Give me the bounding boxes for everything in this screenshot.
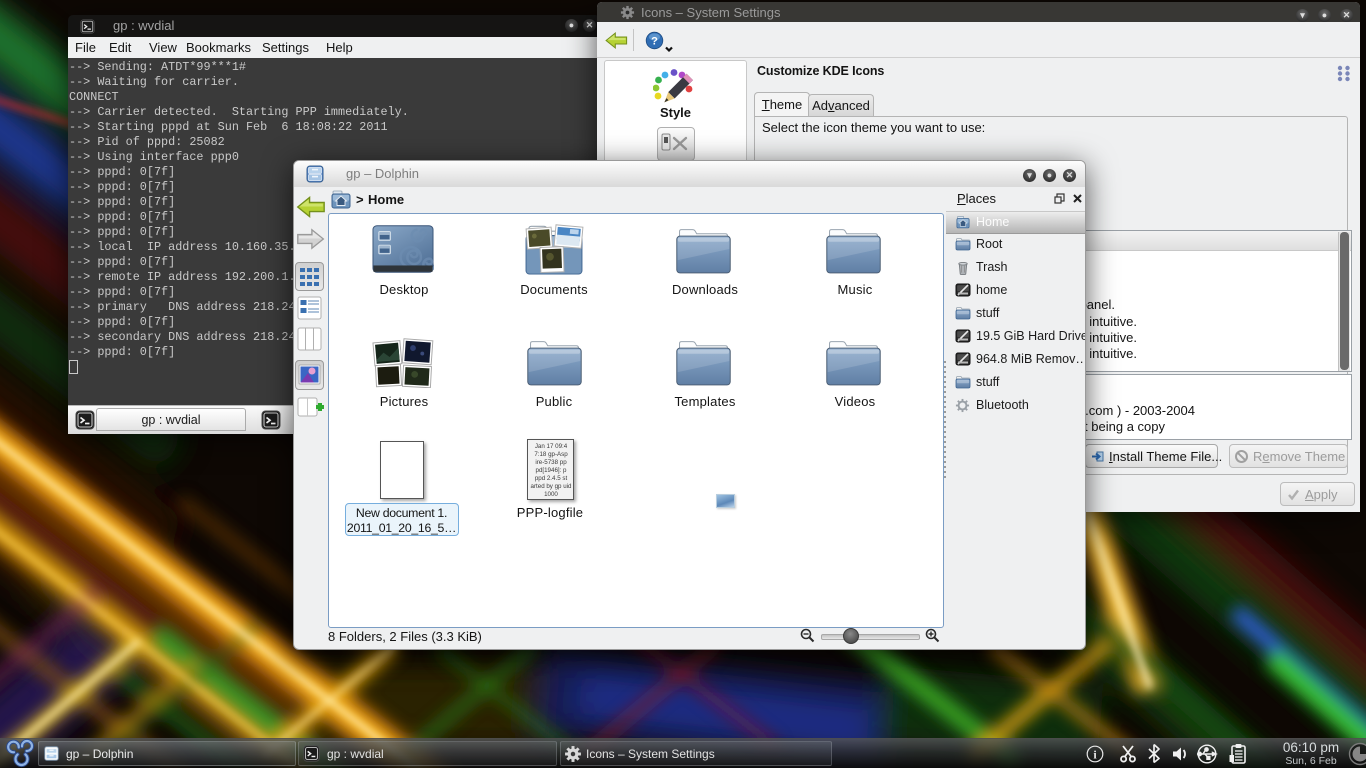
svg-text:?: ? bbox=[651, 35, 658, 47]
svg-text:i: i bbox=[1093, 748, 1097, 762]
